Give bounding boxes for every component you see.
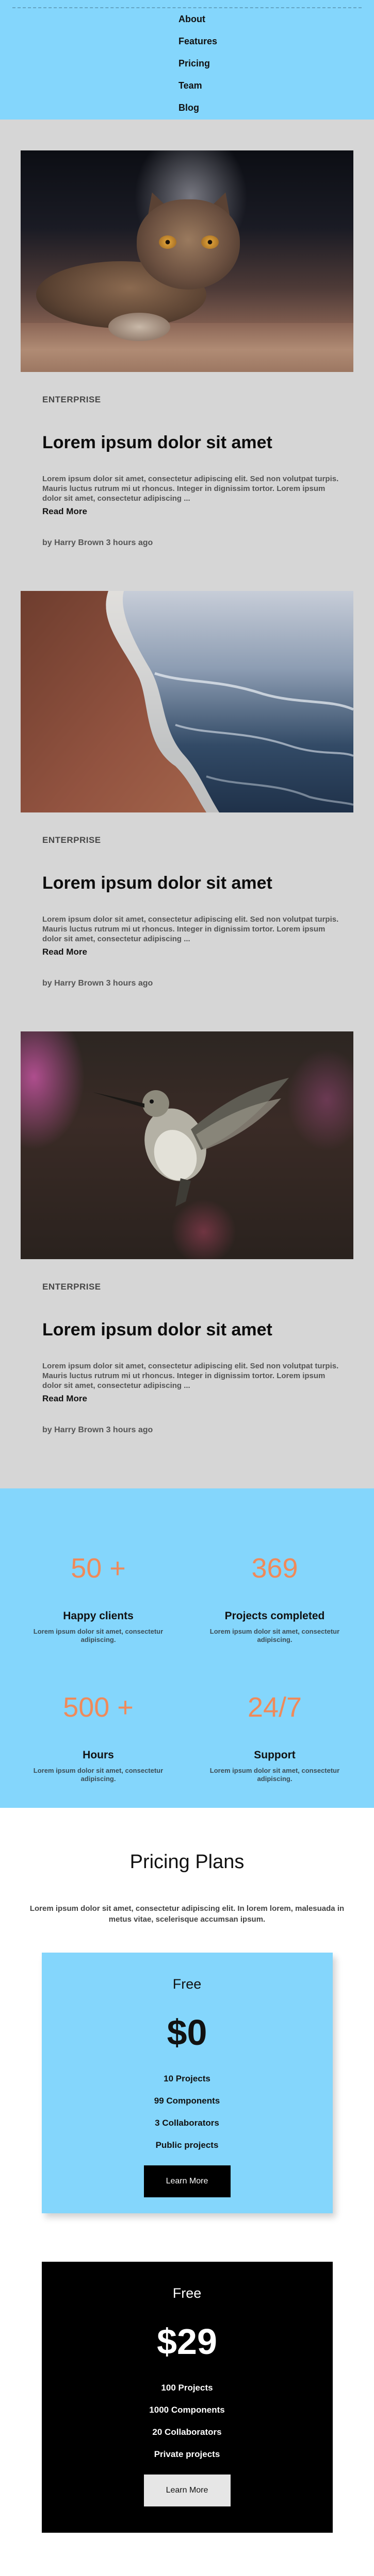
beach-image[interactable]	[21, 591, 353, 812]
post-excerpt: Lorem ipsum dolor sit amet, consectetur …	[42, 474, 339, 503]
read-more-link[interactable]: Read More	[42, 1394, 87, 1404]
plan-feature: 20 Collaborators	[152, 2427, 222, 2437]
blog-card: ENTERPRISE Lorem ipsum dolor sit amet Lo…	[21, 1031, 353, 1435]
stats-section: 50 + Happy clients Lorem ipsum dolor sit…	[0, 1488, 374, 1808]
stat-label: Projects completed	[224, 1610, 325, 1622]
plan-feature: 10 Projects	[164, 2074, 210, 2083]
stat-desc: Lorem ipsum dolor sit amet, consectetur …	[209, 1767, 340, 1783]
plan-feature: 99 Components	[154, 2096, 220, 2106]
read-more-link[interactable]: Read More	[42, 947, 87, 957]
post-excerpt: Lorem ipsum dolor sit amet, consectetur …	[42, 915, 339, 943]
blog-card: ENTERPRISE Lorem ipsum dolor sit amet Lo…	[21, 150, 353, 548]
plan-feature: 100 Projects	[161, 2383, 213, 2393]
blog-section: ENTERPRISE Lorem ipsum dolor sit amet Lo…	[0, 120, 374, 1488]
pricing-title: Pricing Plans	[129, 1851, 245, 1873]
plan-features: 10 Projects 99 Components 3 Collaborator…	[42, 2067, 333, 2156]
nav-item-blog[interactable]: Blog	[178, 97, 217, 119]
stat-happy-clients: 50 + Happy clients Lorem ipsum dolor sit…	[14, 1552, 182, 1644]
plan-name: Free	[172, 1976, 202, 1992]
site-header: About Features Pricing Team Blog	[0, 0, 374, 120]
stat-desc: Lorem ipsum dolor sit amet, consectetur …	[33, 1628, 164, 1643]
plan-name: Free	[172, 2285, 202, 2301]
plan-price: $29	[157, 2321, 217, 2362]
nav-item-pricing[interactable]: Pricing	[178, 53, 217, 75]
post-title[interactable]: Lorem ipsum dolor sit amet	[42, 872, 353, 894]
blog-card: ENTERPRISE Lorem ipsum dolor sit amet Lo…	[21, 591, 353, 988]
pricing-card-paid: Free $29 100 Projects 1000 Components 20…	[41, 2262, 333, 2533]
pricing-section: Pricing Plans Lorem ipsum dolor sit amet…	[0, 1808, 374, 2574]
post-category: ENTERPRISE	[42, 395, 101, 404]
plan-price: $0	[167, 2012, 207, 2053]
stat-label: Hours	[83, 1749, 114, 1761]
post-excerpt: Lorem ipsum dolor sit amet, consectetur …	[42, 1362, 339, 1390]
nav-item-about[interactable]: About	[178, 8, 217, 30]
stat-desc: Lorem ipsum dolor sit amet, consectetur …	[209, 1628, 340, 1643]
cat-image[interactable]	[21, 150, 353, 372]
stat-value: 50 +	[71, 1553, 126, 1584]
stat-desc: Lorem ipsum dolor sit amet, consectetur …	[33, 1767, 164, 1783]
nav-item-features[interactable]: Features	[178, 30, 217, 53]
post-category: ENTERPRISE	[42, 835, 101, 845]
stat-value: 369	[251, 1553, 298, 1584]
plan-feature: 1000 Components	[149, 2405, 225, 2415]
nav-item-team[interactable]: Team	[178, 75, 217, 97]
read-more-link[interactable]: Read More	[42, 506, 87, 517]
post-byline: by Harry Brown 3 hours ago	[42, 538, 153, 547]
hummingbird-image[interactable]	[21, 1031, 353, 1259]
post-byline: by Harry Brown 3 hours ago	[42, 979, 153, 988]
plan-feature: Public projects	[155, 2140, 219, 2150]
stat-projects-completed: 369 Projects completed Lorem ipsum dolor…	[191, 1552, 359, 1644]
pricing-subtitle: Lorem ipsum dolor sit amet, consectetur …	[29, 1904, 345, 1924]
stat-label: Happy clients	[63, 1610, 134, 1622]
plan-feature: Private projects	[154, 2449, 220, 2459]
plan-feature: 3 Collaborators	[155, 2118, 219, 2128]
learn-more-button[interactable]: Learn More	[143, 2475, 231, 2506]
pricing-card-free: Free $0 10 Projects 99 Components 3 Coll…	[41, 1953, 333, 2213]
stat-hours: 500 + Hours Lorem ipsum dolor sit amet, …	[14, 1691, 182, 1783]
stat-support: 24/7 Support Lorem ipsum dolor sit amet,…	[191, 1691, 359, 1783]
post-category: ENTERPRISE	[42, 1282, 101, 1292]
stat-label: Support	[254, 1749, 296, 1761]
stat-value: 500 +	[63, 1692, 134, 1723]
plan-features: 100 Projects 1000 Components 20 Collabor…	[42, 2377, 333, 2465]
post-title[interactable]: Lorem ipsum dolor sit amet	[42, 1319, 353, 1341]
post-title[interactable]: Lorem ipsum dolor sit amet	[42, 432, 353, 453]
main-nav: About Features Pricing Team Blog	[178, 8, 217, 119]
learn-more-button[interactable]: Learn More	[143, 2165, 231, 2197]
stat-value: 24/7	[247, 1692, 302, 1723]
post-byline: by Harry Brown 3 hours ago	[42, 1426, 153, 1434]
